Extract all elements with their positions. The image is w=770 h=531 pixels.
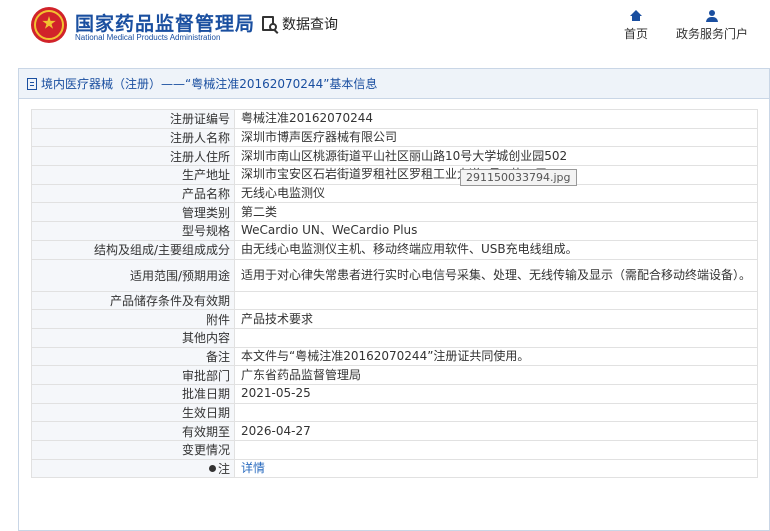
field-value — [234, 290, 758, 311]
national-emblem-icon[interactable] — [31, 7, 67, 43]
field-value — [234, 327, 758, 348]
note-label: 注 — [217, 462, 230, 477]
data-query-link[interactable]: 数据查询 — [261, 14, 338, 34]
info-table: 注册证编号 粤械注准20162070244 注册人名称 深圳市博声医疗器械有限公司 … — [31, 109, 758, 479]
field-label: 注 — [31, 458, 235, 479]
document-search-icon — [261, 15, 279, 34]
field-value: 本文件与“粤械注准20162070244”注册证共同使用。 — [234, 346, 758, 367]
field-value: 适用于对心律失常患者进行实时心电信号采集、处理、无线传输及显示（需配合移动终端设… — [234, 258, 758, 292]
field-label: 注册人住所 — [31, 146, 235, 167]
table-row: 注 详情 — [31, 458, 758, 479]
field-value — [234, 440, 758, 460]
field-value: 2026-04-27 — [234, 421, 758, 441]
field-label: 有效期至 — [31, 421, 235, 441]
document-icon — [27, 77, 37, 90]
field-value: 广东省药品监督管理局 — [234, 365, 758, 385]
field-label: 批准日期 — [31, 383, 235, 404]
field-label: 注册人名称 — [31, 127, 235, 148]
data-query-label: 数据查询 — [282, 17, 338, 33]
table-row: 批准日期 2021-05-25 — [31, 383, 758, 404]
table-row: 备注 本文件与“粤械注准20162070244”注册证共同使用。 — [31, 346, 758, 367]
panel-title-bar: 境内医疗器械（注册）——“粤械注准20162070244”基本信息 — [19, 69, 769, 99]
nav-home[interactable]: 首页 — [619, 10, 653, 42]
table-row: 产品储存条件及有效期 — [31, 290, 758, 311]
field-label: 生产地址 — [31, 165, 235, 185]
table-row: 注册人名称 深圳市博声医疗器械有限公司 — [31, 127, 758, 148]
table-row: 注册证编号 粤械注准20162070244 — [31, 109, 758, 129]
field-value: 深圳市博声医疗器械有限公司 — [234, 127, 758, 148]
field-label: 备注 — [31, 346, 235, 367]
field-label: 管理类别 — [31, 202, 235, 223]
table-row: 其他内容 — [31, 327, 758, 348]
field-value: 深圳市南山区桃源街道平山社区丽山路10号大学城创业园502 — [234, 146, 758, 167]
field-label: 附件 — [31, 309, 235, 329]
table-row: 管理类别 第二类 — [31, 202, 758, 223]
field-value: 由无线心电监测仪主机、移动终端应用软件、USB充电线组成。 — [234, 239, 758, 260]
nav-service-label: 政务服务门户 — [675, 27, 748, 41]
field-label: 适用范围/预期用途 — [31, 258, 235, 292]
user-icon — [706, 10, 718, 22]
table-row: 产品名称 无线心电监测仪 — [31, 183, 758, 204]
panel-title: 境内医疗器械（注册）——“粤械注准20162070244”基本信息 — [41, 76, 378, 91]
table-row: 注册人住所 深圳市南山区桃源街道平山社区丽山路10号大学城创业园502 — [31, 146, 758, 167]
field-label: 结构及组成/主要组成成分 — [31, 239, 235, 260]
brand-title-cn[interactable]: 国家药品监督管理局 — [75, 9, 255, 36]
field-value: 粤械注准20162070244 — [234, 109, 758, 129]
field-label: 产品储存条件及有效期 — [31, 290, 235, 311]
field-value: 详情 — [234, 458, 758, 479]
field-value: 2021-05-25 — [234, 383, 758, 404]
image-tooltip: 291150033794.jpg — [460, 169, 577, 186]
table-row: 生产地址 深圳市宝安区石岩街道罗租社区罗租工业大道1号M栋二层 — [31, 165, 758, 185]
table-row: 适用范围/预期用途 适用于对心律失常患者进行实时心电信号采集、处理、无线传输及显示… — [31, 258, 758, 292]
field-label: 注册证编号 — [31, 109, 235, 129]
field-label: 审批部门 — [31, 365, 235, 385]
table-row: 审批部门 广东省药品监督管理局 — [31, 365, 758, 385]
pin-icon — [208, 465, 216, 473]
detail-panel: 境内医疗器械（注册）——“粤械注准20162070244”基本信息 注册证编号粤… — [18, 68, 770, 531]
brand-title-en: National Medical Products Administration — [75, 33, 221, 42]
table-row: 附件 产品技术要求 — [31, 309, 758, 329]
field-value: 第二类 — [234, 202, 758, 223]
table-row: 结构及组成/主要组成成分 由无线心电监测仪主机、移动终端应用软件、USB充电线组成… — [31, 239, 758, 260]
field-label: 其他内容 — [31, 327, 235, 348]
site-header: 国家药品监督管理局 National Medical Products Admi… — [0, 0, 770, 62]
details-link[interactable]: 详情 — [241, 461, 265, 475]
nav-home-label: 首页 — [623, 27, 648, 41]
nav-service-portal[interactable]: 政务服务门户 — [672, 10, 752, 42]
table-row: 生效日期 — [31, 402, 758, 423]
table-row: 变更情况 — [31, 440, 758, 460]
field-label: 型号规格 — [31, 221, 235, 241]
table-row: 型号规格 WeCardio UN、WeCardio Plus — [31, 221, 758, 241]
field-value: WeCardio UN、WeCardio Plus — [234, 221, 758, 241]
table-row: 有效期至 2026-04-27 — [31, 421, 758, 441]
field-value: 无线心电监测仪 — [234, 183, 758, 204]
field-value: 产品技术要求 — [234, 309, 758, 329]
field-value — [234, 402, 758, 423]
field-label: 变更情况 — [31, 440, 235, 460]
field-label: 生效日期 — [31, 402, 235, 423]
home-icon — [630, 10, 642, 22]
field-label: 产品名称 — [31, 183, 235, 204]
